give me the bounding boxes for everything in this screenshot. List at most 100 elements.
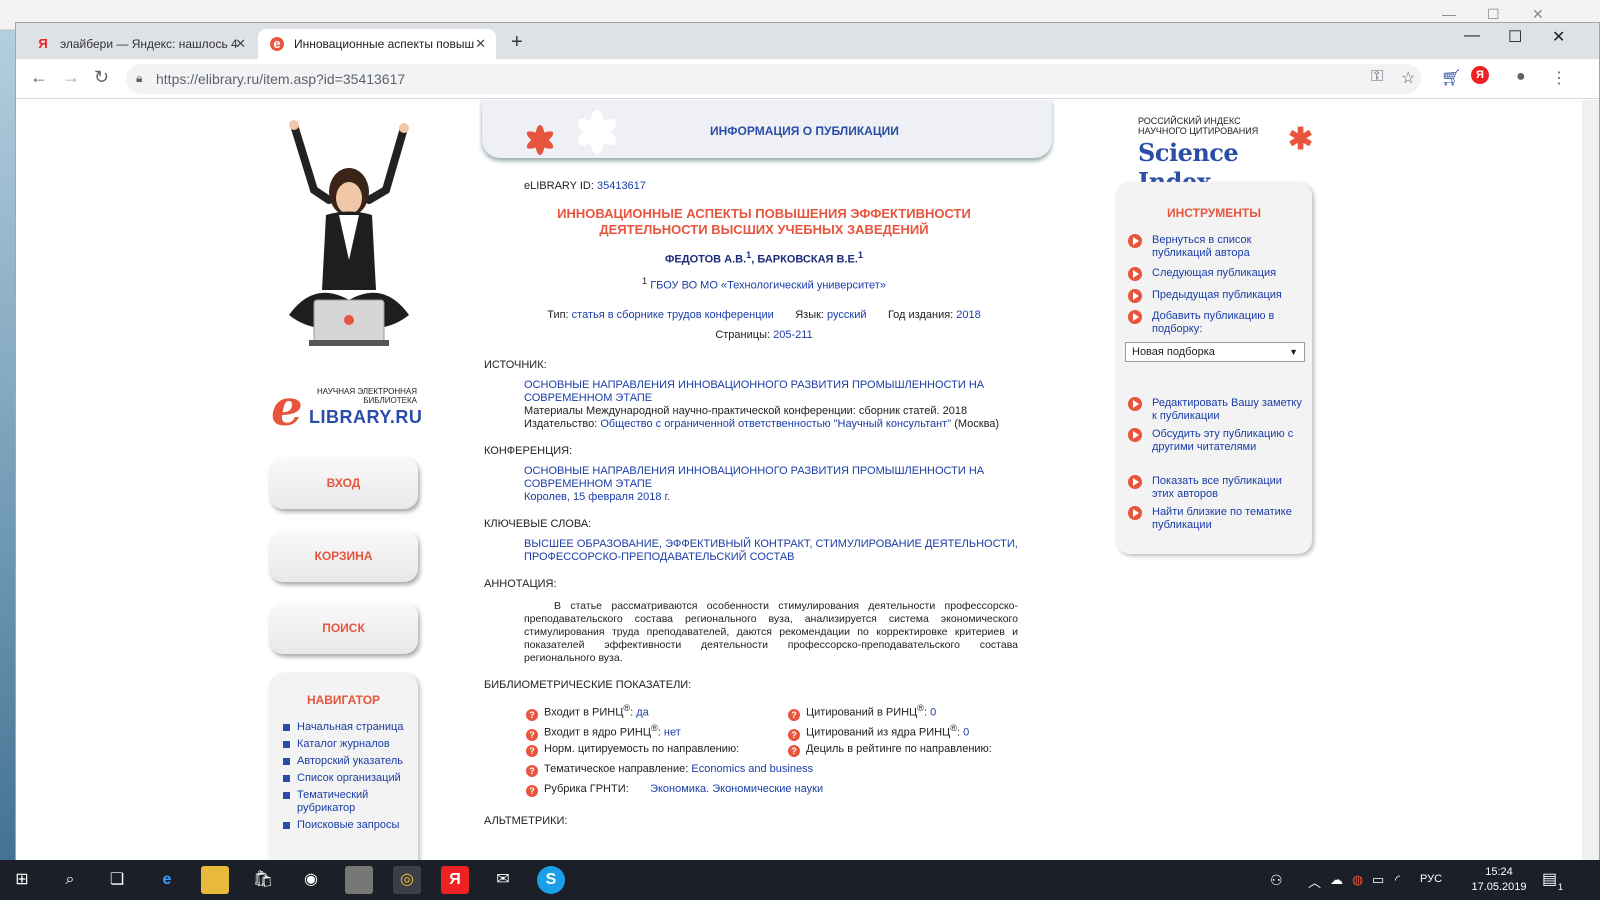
key-icon[interactable]: ⚿ [1371, 68, 1383, 86]
tab-elibrary[interactable]: e Инновационные аспекты повыш ✕ [258, 29, 496, 59]
conference-place[interactable]: Королев, 15 февраля 2018 г. [524, 491, 670, 503]
cart-button[interactable]: КОРЗИНА [269, 530, 418, 582]
cit-value[interactable]: 0 [930, 707, 936, 719]
nav-link-rubricator[interactable]: Тематический рубрикатор [283, 789, 373, 815]
clock-time: 15:24 [1485, 866, 1513, 878]
back-icon[interactable]: ← [30, 67, 48, 88]
close-tab-icon[interactable]: ✕ [475, 29, 486, 59]
help-icon[interactable]: ? [526, 745, 538, 758]
nav-link-queries[interactable]: Поисковые запросы [283, 819, 418, 832]
wifi-icon[interactable]: ◜ [1395, 872, 1400, 888]
antivirus-icon[interactable]: ◍ [1352, 872, 1363, 888]
rinc-value[interactable]: да [636, 707, 649, 719]
elibrary-favicon-icon: e [270, 37, 284, 51]
yandex-extension-icon[interactable]: Я [1471, 66, 1489, 84]
help-icon[interactable]: ? [526, 765, 538, 778]
tool-back-to-author-list[interactable]: Вернуться в список публикаций автора [1128, 234, 1306, 260]
new-tab-icon[interactable]: + [511, 31, 523, 54]
clock[interactable]: 15:24 17.05.2019 [1470, 865, 1528, 895]
tool-label: Следующая публикация [1152, 267, 1277, 279]
tab-yandex[interactable]: Я элайбери — Яндекс: нашлось 4 ✕ [24, 29, 256, 59]
cart-icon[interactable]: 🛒︎ [1441, 68, 1461, 88]
help-icon[interactable]: ? [526, 728, 538, 741]
cloud-icon[interactable]: ☁ [1330, 872, 1343, 888]
science-index-logo[interactable]: РОССИЙСКИЙ ИНДЕКС НАУЧНОГО ЦИТИРОВАНИЯ S… [1138, 116, 1314, 196]
source-link[interactable]: ОСНОВНЫЕ НАПРАВЛЕНИЯ ИННОВАЦИОННОГО РАЗВ… [524, 379, 984, 404]
nav-link-organizations[interactable]: Список организаций [283, 772, 418, 785]
nav-link-authors[interactable]: Авторский указатель [283, 755, 418, 768]
year-label: Год издания: [887, 309, 954, 322]
app-icon[interactable]: ◉ [297, 866, 325, 894]
tool-find-similar[interactable]: Найти близкие по тематике публикации [1128, 506, 1306, 532]
search-button[interactable]: ПОИСК [269, 602, 418, 654]
input-language[interactable]: РУС [1420, 873, 1442, 885]
lang-value[interactable]: русский [827, 309, 866, 321]
nav-link-journals[interactable]: Каталог журналов [283, 738, 418, 751]
forward-icon[interactable]: → [62, 67, 80, 88]
archive-icon[interactable] [345, 866, 373, 894]
star-icon[interactable]: ☆ [1401, 68, 1415, 88]
affiliation-link[interactable]: ГБОУ ВО МО «Технологический университет» [650, 279, 886, 291]
arrow-right-icon [1128, 234, 1142, 248]
nav-link-home[interactable]: Начальная страница [283, 721, 418, 734]
year-value[interactable]: 2018 [956, 309, 980, 321]
collection-select[interactable]: Новая подборка ▼ [1125, 342, 1305, 362]
conference-link[interactable]: ОСНОВНЫЕ НАПРАВЛЕНИЯ ИННОВАЦИОННОГО РАЗВ… [524, 465, 984, 490]
search-icon[interactable]: ⌕ [56, 866, 84, 894]
help-icon[interactable]: ? [526, 785, 538, 798]
tool-add-to-collection[interactable]: Добавить публикацию в подборку: [1128, 310, 1306, 336]
tool-edit-note[interactable]: Редактировать Вашу заметку к публикации [1128, 397, 1306, 423]
grnti-link[interactable]: Экономика. Экономические науки [650, 783, 823, 795]
chevron-up-icon[interactable]: ︿ [1308, 872, 1321, 891]
keywords-links[interactable]: ВЫСШЕЕ ОБРАЗОВАНИЕ, ЭФФЕКТИВНЫЙ КОНТРАКТ… [524, 538, 1018, 563]
address-bar[interactable]: 🔒︎ https://elibrary.ru/item.asp?id=35413… [126, 64, 1421, 94]
core-value[interactable]: нет [664, 727, 681, 739]
asterisk-icon: ✱ [1288, 123, 1314, 156]
cit-core-value[interactable]: 0 [963, 727, 969, 739]
pages-value[interactable]: 205-211 [773, 329, 813, 341]
edge-icon[interactable]: e [153, 866, 181, 894]
close-icon[interactable]: ✕ [1552, 27, 1565, 47]
maximize-icon[interactable]: ☐ [1487, 6, 1500, 23]
close-tab-icon[interactable]: ✕ [235, 29, 246, 59]
vertical-scrollbar[interactable] [1582, 100, 1599, 860]
minimize-icon[interactable]: — [1464, 27, 1480, 45]
elibrary-id-link[interactable]: 35413617 [597, 180, 646, 192]
windows-start-icon[interactable]: ⊞ [8, 866, 36, 894]
skype-icon[interactable]: S [537, 866, 565, 894]
store-icon[interactable]: 🛍︎ [249, 866, 277, 894]
close-icon[interactable]: ✕ [1532, 6, 1544, 23]
tool-next-publication[interactable]: Следующая публикация [1128, 267, 1306, 281]
task-view-icon[interactable]: ❏ [103, 866, 131, 894]
help-icon[interactable]: ? [526, 708, 538, 721]
file-explorer-icon[interactable] [201, 866, 229, 894]
notifications-icon[interactable]: ▤ [1542, 869, 1557, 889]
type-value[interactable]: статья в сборнике трудов конференции [572, 309, 774, 321]
topic-link[interactable]: Economics and business [691, 763, 813, 775]
battery-icon[interactable]: ▭ [1372, 872, 1384, 888]
publisher-link[interactable]: Общество с ограниченной ответственностью… [600, 418, 951, 430]
profile-icon[interactable]: ● [1516, 68, 1526, 86]
login-button[interactable]: ВХОД [269, 457, 418, 509]
tool-discuss[interactable]: Обсудить эту публикацию с другими читате… [1128, 428, 1306, 454]
publisher-label: Издательство: [524, 418, 598, 431]
tool-show-author-publications[interactable]: Показать все публикации этих авторов [1128, 475, 1306, 501]
tool-prev-publication[interactable]: Предыдущая публикация [1128, 289, 1306, 303]
reload-icon[interactable]: ↻ [94, 67, 109, 88]
help-icon[interactable]: ? [788, 708, 800, 721]
mail-icon[interactable]: ✉ [489, 866, 517, 894]
maximize-icon[interactable]: ☐ [1508, 27, 1522, 47]
help-icon[interactable]: ? [788, 728, 800, 741]
elibrary-logo[interactable]: e НАУЧНАЯ ЭЛЕКТРОННАЯ БИБЛИОТЕКА LIBRARY.… [271, 383, 422, 435]
menu-icon[interactable]: ⋮ [1551, 68, 1567, 88]
yandex-browser-icon[interactable]: Я [441, 866, 469, 894]
navigator-panel: НАВИГАТОР Начальная страница Каталог жур… [269, 673, 418, 860]
tab-strip: Я элайбери — Яндекс: нашлось 4 ✕ e Иннов… [16, 23, 1599, 59]
publication-main: eLIBRARY ID: 35413617 ИННОВАЦИОННЫЕ АСПЕ… [484, 180, 1044, 827]
author-link[interactable]: БАРКОВСКАЯ В.Е. [757, 254, 858, 266]
people-icon[interactable]: ⚇ [1270, 872, 1283, 889]
minimize-icon[interactable]: — [1442, 6, 1456, 22]
help-icon[interactable]: ? [788, 745, 800, 758]
author-link[interactable]: ФЕДОТОВ А.В. [665, 254, 746, 266]
chrome-icon[interactable]: ◎ [393, 866, 421, 894]
